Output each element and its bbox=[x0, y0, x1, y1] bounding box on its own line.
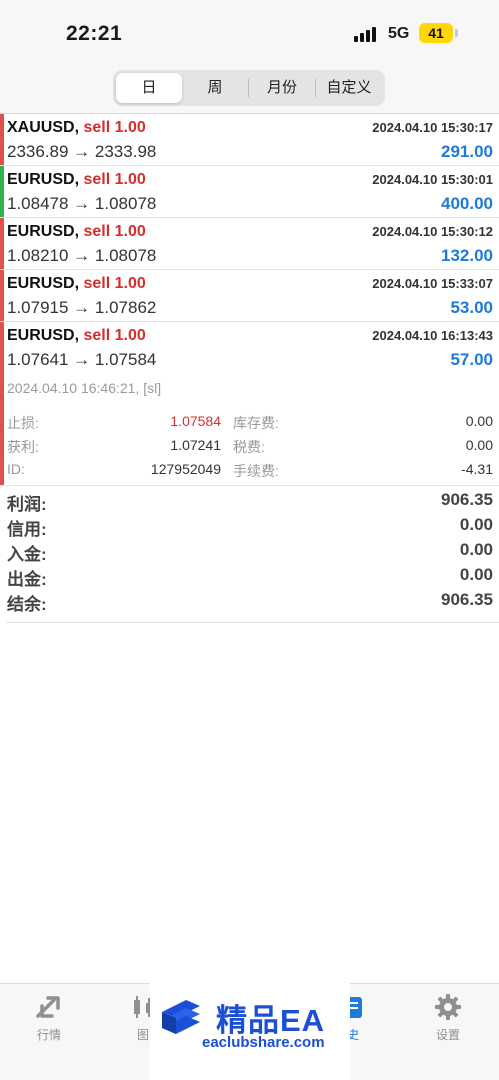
summary-label: 信用: bbox=[7, 520, 47, 539]
status-bar: 22:21 5G 41 bbox=[0, 0, 499, 66]
cellular-signal-icon bbox=[354, 26, 378, 42]
tab-month[interactable]: 月份 bbox=[249, 73, 315, 103]
trade-side: sell 1.00 bbox=[83, 223, 146, 240]
summary-row-credit: 信用: 0.00 bbox=[0, 515, 499, 540]
commission-label: 手续费: bbox=[233, 463, 279, 479]
trade-profit: 291.00 bbox=[441, 142, 493, 161]
account-summary: 利润: 906.35 信用: 0.00 入金: 0.00 出金: 0.00 结余… bbox=[0, 490, 499, 615]
trade-profit: 132.00 bbox=[441, 246, 493, 265]
tab-settings[interactable]: 设置 bbox=[413, 992, 483, 1043]
swap-label: 库存费: bbox=[233, 415, 279, 431]
take-profit-value: 1.07241 bbox=[170, 437, 221, 453]
tab-label: 行情 bbox=[36, 1028, 61, 1042]
stop-loss-value: 1.07584 bbox=[170, 413, 221, 429]
trade-symbol: EURUSD, bbox=[7, 275, 80, 292]
trade-row[interactable]: XAUUSD, sell 1.00 2024.04.10 15:30:17 23… bbox=[0, 114, 499, 166]
trade-prices: 1.08210 → 1.08078 bbox=[7, 246, 157, 265]
network-type: 5G bbox=[388, 25, 410, 42]
summary-value: 906.35 bbox=[441, 590, 493, 609]
trade-row-expanded[interactable]: EURUSD, sell 1.00 2024.04.10 16:13:43 1.… bbox=[0, 322, 499, 374]
trade-side: sell 1.00 bbox=[83, 327, 146, 344]
battery-tip bbox=[455, 29, 458, 37]
status-time: 22:21 bbox=[66, 22, 123, 45]
trade-symbol: EURUSD, bbox=[7, 223, 80, 240]
take-profit-label: 获利: bbox=[7, 439, 39, 455]
trade-detail-panel: 2024.04.10 16:46:21, [sl] 止损: 1.07584 库存… bbox=[0, 374, 499, 486]
tab-day[interactable]: 日 bbox=[116, 73, 182, 103]
taxes-value: 0.00 bbox=[465, 437, 493, 453]
order-id-value: 127952049 bbox=[150, 461, 221, 477]
close-timestamp: 2024.04.10 16:46:21, [sl] bbox=[7, 380, 162, 396]
trade-direction-marker bbox=[0, 322, 4, 374]
summary-row-deposit: 入金: 0.00 bbox=[0, 540, 499, 565]
trade-row[interactable]: EURUSD, sell 1.00 2024.04.10 15:30:01 1.… bbox=[0, 166, 499, 218]
summary-label: 利润: bbox=[7, 495, 47, 514]
trade-symbol: EURUSD, bbox=[7, 171, 80, 188]
watermark-logo-icon bbox=[156, 994, 206, 1044]
trade-profit: 57.00 bbox=[450, 350, 493, 369]
trade-time: 2024.04.10 15:33:07 bbox=[372, 276, 493, 291]
swap-value: 0.00 bbox=[465, 413, 493, 429]
period-segmented-control: 日 周 月份 自定义 bbox=[113, 70, 385, 106]
tab-quotes[interactable]: 行情 bbox=[14, 992, 84, 1043]
summary-row-profit: 利润: 906.35 bbox=[0, 490, 499, 515]
watermark-url: eaclubshare.com bbox=[202, 1034, 325, 1051]
trade-time: 2024.04.10 16:13:43 bbox=[372, 328, 493, 343]
tab-label: 设置 bbox=[435, 1028, 460, 1042]
tab-week[interactable]: 周 bbox=[182, 73, 248, 103]
trade-prices: 1.07641 → 1.07584 bbox=[7, 350, 157, 369]
trade-prices: 2336.89 → 2333.98 bbox=[7, 142, 157, 161]
summary-label: 出金: bbox=[7, 570, 47, 589]
summary-value: 0.00 bbox=[459, 565, 493, 584]
trade-direction-marker bbox=[0, 270, 4, 321]
trade-prices: 1.08478 → 1.08078 bbox=[7, 194, 157, 213]
trade-row[interactable]: EURUSD, sell 1.00 2024.04.10 15:33:07 1.… bbox=[0, 270, 499, 322]
summary-label: 结余: bbox=[7, 595, 47, 614]
commission-value: -4.31 bbox=[461, 461, 493, 477]
trade-symbol: EURUSD, bbox=[7, 327, 80, 344]
trade-time: 2024.04.10 15:30:01 bbox=[372, 172, 493, 187]
summary-value: 906.35 bbox=[441, 490, 493, 509]
trade-side: sell 1.00 bbox=[83, 275, 146, 292]
trade-prices: 1.07915 → 1.07862 bbox=[7, 298, 157, 317]
trade-direction-marker bbox=[0, 218, 4, 269]
order-id-label: ID: bbox=[7, 461, 25, 477]
trade-time: 2024.04.10 15:30:17 bbox=[372, 120, 493, 135]
summary-row-balance: 结余: 906.35 bbox=[0, 590, 499, 615]
trade-time: 2024.04.10 15:30:12 bbox=[372, 224, 493, 239]
battery-icon: 41 bbox=[419, 23, 453, 43]
detail-row: 获利: 1.07241 税费: 0.00 bbox=[0, 437, 499, 459]
gear-icon bbox=[433, 992, 463, 1022]
stop-loss-label: 止损: bbox=[7, 415, 39, 431]
summary-value: 0.00 bbox=[459, 515, 493, 534]
trade-row[interactable]: EURUSD, sell 1.00 2024.04.10 15:30:12 1.… bbox=[0, 218, 499, 270]
trade-history-list: XAUUSD, sell 1.00 2024.04.10 15:30:17 23… bbox=[0, 114, 499, 486]
trade-symbol: XAUUSD, bbox=[7, 119, 80, 136]
detail-row: 止损: 1.07584 库存费: 0.00 bbox=[0, 413, 499, 435]
taxes-label: 税费: bbox=[233, 439, 265, 455]
trade-direction-marker bbox=[0, 166, 4, 217]
trade-side: sell 1.00 bbox=[83, 119, 146, 136]
period-selector-bar: 日 周 月份 自定义 bbox=[0, 66, 499, 114]
trade-direction-marker bbox=[0, 114, 4, 165]
trade-profit: 53.00 bbox=[450, 298, 493, 317]
trade-side: sell 1.00 bbox=[83, 171, 146, 188]
summary-row-withdrawal: 出金: 0.00 bbox=[0, 565, 499, 590]
summary-label: 入金: bbox=[7, 545, 47, 564]
quotes-arrows-icon bbox=[34, 992, 64, 1022]
detail-row: ID: 127952049 手续费: -4.31 bbox=[0, 461, 499, 483]
watermark: 精品EA eaclubshare.com bbox=[150, 981, 350, 1080]
divider bbox=[6, 622, 499, 623]
tab-custom[interactable]: 自定义 bbox=[316, 73, 382, 103]
trade-profit: 400.00 bbox=[441, 194, 493, 213]
summary-value: 0.00 bbox=[459, 540, 493, 559]
